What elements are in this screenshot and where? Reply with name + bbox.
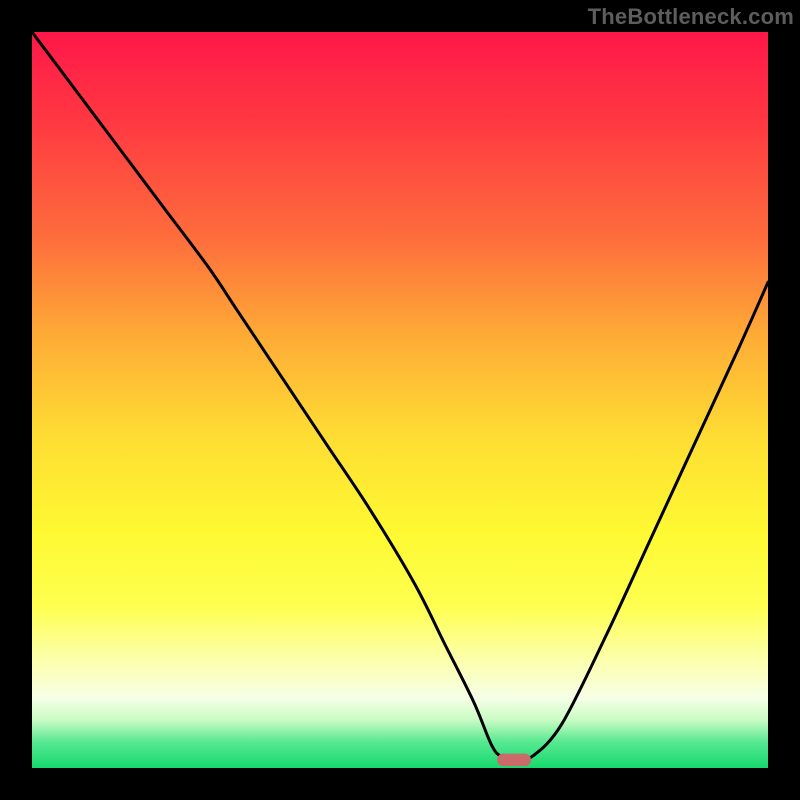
chart-frame: TheBottleneck.com (0, 0, 800, 800)
optimal-point-marker (497, 754, 531, 767)
plot-area (32, 32, 768, 768)
gradient-background (32, 32, 768, 768)
watermark-text: TheBottleneck.com (588, 4, 794, 30)
plot-svg (32, 32, 768, 768)
